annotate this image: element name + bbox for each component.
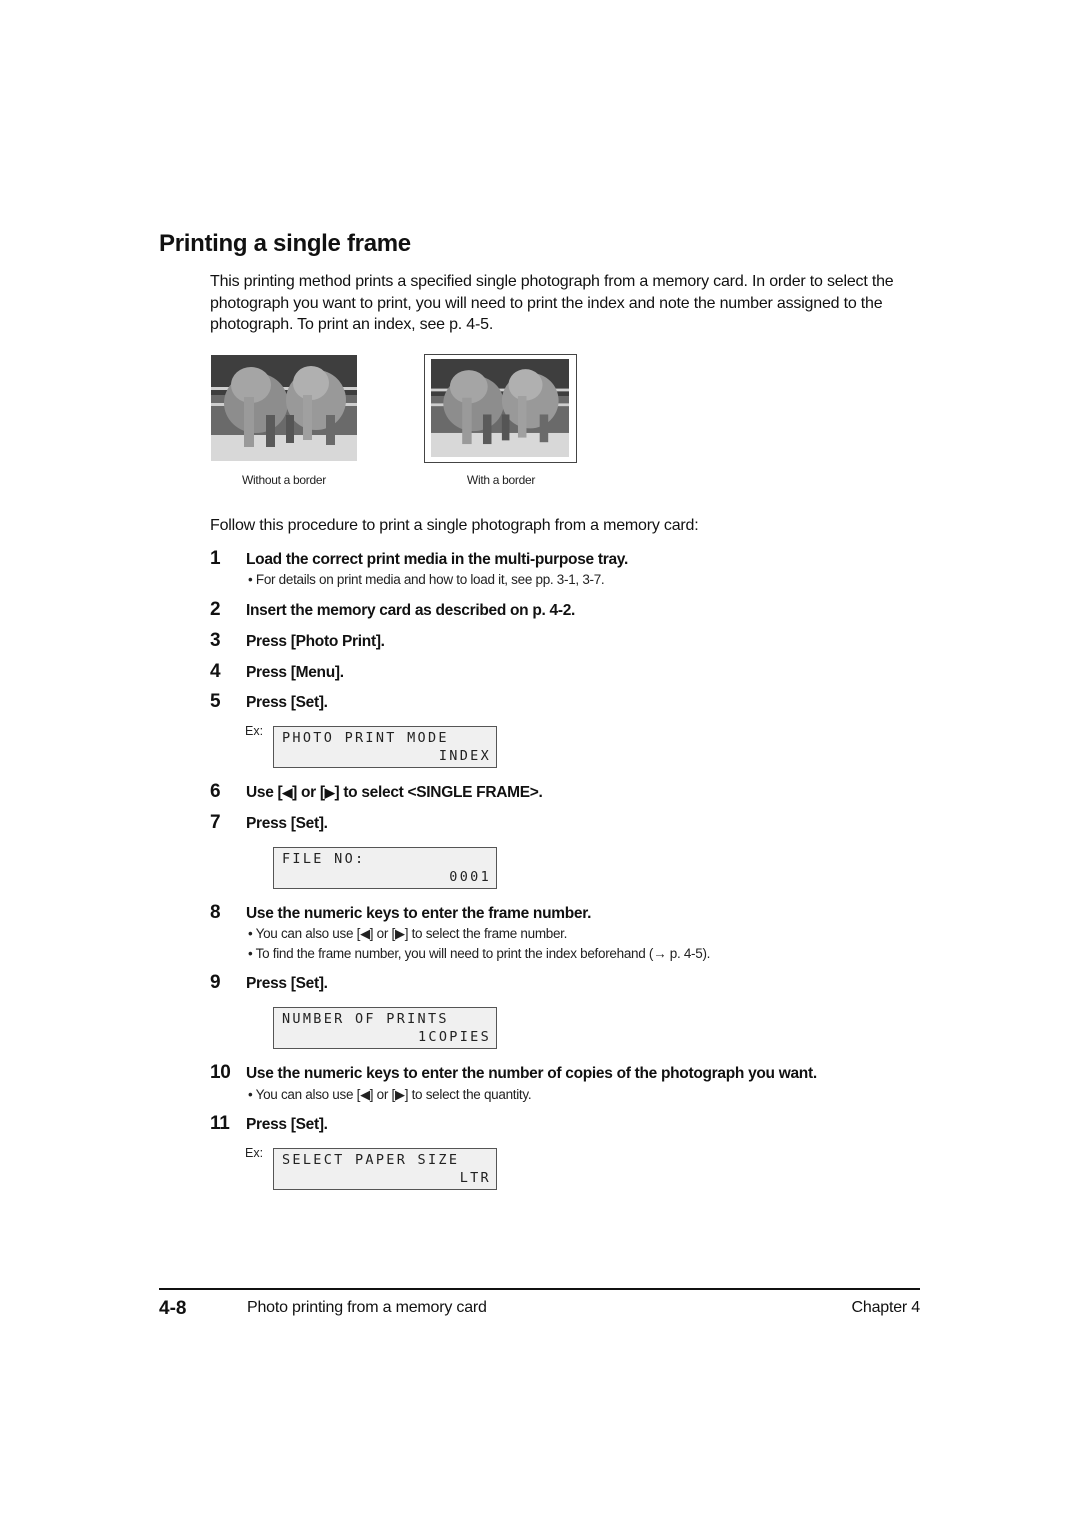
step-8-note-1: • You can also use [◀] or [▶] to select … [248, 926, 567, 942]
step-10-note: • You can also use [◀] or [▶] to select … [248, 1087, 532, 1103]
elephants-image [431, 359, 569, 457]
example-label: Ex: [245, 724, 264, 738]
procedure-intro: Follow this procedure to print a single … [210, 517, 699, 534]
left-arrow-key-icon: ◀ [360, 1087, 370, 1102]
intro-paragraph: This printing method prints a specified … [210, 273, 894, 334]
step-text: Press [Set]. [246, 975, 328, 992]
elephants-image [211, 355, 357, 461]
step-text: Use the numeric keys to enter the number… [246, 1065, 817, 1082]
step-1-note: • For details on print media and how to … [248, 572, 605, 587]
step-6: 6 Use [◀] or [▶] to select <SINGLE FRAME>… [210, 781, 543, 803]
note-text: ] to select the quantity. [404, 1087, 532, 1102]
lcd-line-1: SELECT PAPER SIZE [282, 1152, 460, 1168]
note-text: ] or [ [369, 1087, 396, 1102]
step-8-note-2: • To find the frame number, you will nee… [248, 946, 711, 961]
lcd-display-number-of-prints: NUMBER OF PRINTS 1COPIES [273, 1007, 497, 1049]
lcd-display-photo-print-mode: PHOTO PRINT MODE INDEX [273, 726, 497, 768]
step-9: 9 Press [Set]. [210, 972, 328, 994]
left-arrow-key-icon: ◀ [360, 926, 370, 941]
step-text: Use [ [246, 784, 283, 801]
lcd-line-2: 0001 [449, 869, 491, 885]
page-title: Printing a single frame [159, 230, 411, 257]
photo-with-border [431, 359, 569, 457]
step-number: 3 [210, 630, 221, 651]
step-text: Press [Photo Print]. [246, 633, 385, 650]
photo-with-border-frame [424, 354, 577, 463]
step-7: 7 Press [Set]. [210, 812, 328, 834]
right-arrow-key-icon: ▶ [395, 1087, 405, 1102]
example-label: Ex: [245, 1146, 264, 1160]
step-text: Load the correct print media in the mult… [246, 551, 628, 568]
page-number: 4-8 [159, 1298, 187, 1319]
right-arrow-key-icon: ▶ [395, 926, 405, 941]
step-10: 10 Use the numeric keys to enter the numb… [210, 1062, 817, 1084]
step-number: 4 [210, 661, 221, 682]
step-number: 8 [210, 902, 221, 923]
step-2: 2 Insert the memory card as described on … [210, 599, 575, 621]
note-text: • You can also use [ [248, 1087, 361, 1102]
caption-with-border: With a border [466, 473, 536, 487]
lcd-display-file-no: FILE NO: 0001 [273, 847, 497, 889]
step-text: ] to select <SINGLE FRAME>. [334, 784, 543, 801]
step-11: 11 Press [Set]. [210, 1113, 328, 1135]
footer-divider [159, 1288, 920, 1290]
step-number: 6 [210, 781, 221, 802]
lcd-line-1: PHOTO PRINT MODE [282, 730, 449, 746]
step-number: 5 [210, 691, 221, 712]
step-1: 1 Load the correct print media in the mul… [210, 548, 628, 570]
lcd-line-2: 1COPIES [418, 1029, 491, 1045]
note-text: ] to select the frame number. [404, 926, 568, 941]
step-3: 3 Press [Photo Print]. [210, 630, 385, 652]
footer-section-title: Photo printing from a memory card [247, 1299, 487, 1316]
step-text: Insert the memory card as described on p… [246, 602, 576, 619]
footer-chapter: Chapter 4 [851, 1299, 921, 1316]
step-text: Press [Set]. [246, 694, 328, 711]
right-arrow-key-icon: ▶ [324, 785, 335, 800]
step-number: 2 [210, 599, 221, 620]
step-number: 9 [210, 972, 221, 993]
step-text: Use the numeric keys to enter the frame … [246, 905, 592, 922]
step-8: 8 Use the numeric keys to enter the frame… [210, 902, 591, 924]
lcd-line-1: FILE NO: [282, 851, 366, 867]
step-text: ] or [ [292, 784, 325, 801]
lcd-display-select-paper-size: SELECT PAPER SIZE LTR [273, 1148, 497, 1190]
note-text: ] or [ [369, 926, 396, 941]
lcd-line-2: INDEX [438, 748, 491, 764]
note-text: • You can also use [ [248, 926, 361, 941]
step-number: 10 [210, 1062, 231, 1083]
step-number: 7 [210, 812, 221, 833]
lcd-line-2: LTR [459, 1170, 491, 1186]
step-4: 4 Press [Menu]. [210, 661, 344, 683]
step-text: Press [Set]. [246, 1116, 328, 1133]
step-text: Press [Set]. [246, 815, 328, 832]
step-number: 11 [210, 1113, 230, 1134]
step-5: 5 Press [Set]. [210, 691, 328, 713]
step-number: 1 [210, 548, 221, 569]
caption-without-border: Without a border [242, 473, 326, 487]
photo-without-border [211, 355, 357, 461]
left-arrow-key-icon: ◀ [282, 785, 293, 800]
lcd-line-1: NUMBER OF PRINTS [282, 1011, 449, 1027]
step-text: Press [Menu]. [246, 664, 344, 681]
